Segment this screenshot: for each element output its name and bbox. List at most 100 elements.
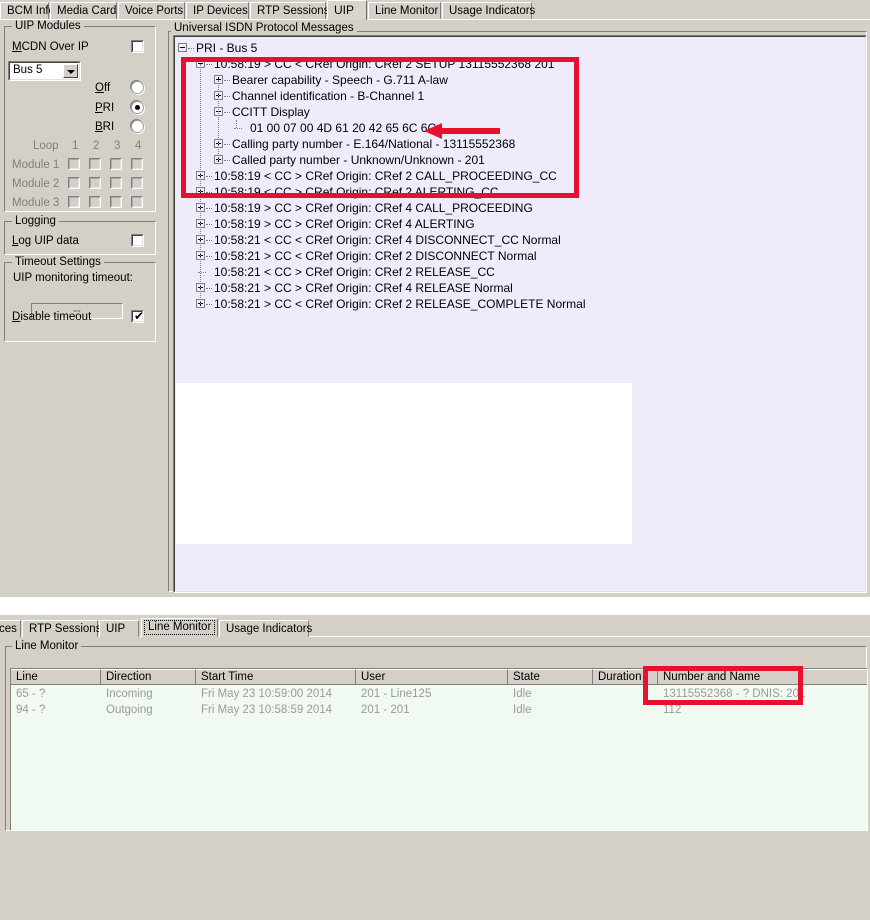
tab-rtp-sessions[interactable]: RTP Sessions (22, 620, 102, 637)
tab-usage-indicators[interactable]: Usage Indicators (442, 2, 536, 19)
uip-modules-group-title: UIP Modules (12, 20, 84, 32)
loop-column-3: 3 (114, 140, 121, 152)
chevron-down-icon[interactable] (63, 64, 78, 78)
tab-label: Voice Ports (125, 5, 184, 17)
module-1-loop-1-checkbox[interactable] (68, 158, 80, 170)
tree-row[interactable]: 10:58:21 > CC < CRef Origin: CRef 2 RELE… (214, 296, 585, 312)
tab-rtp-sessions[interactable]: RTP Sessions (250, 2, 330, 19)
module-2-loop-2-checkbox[interactable] (89, 177, 101, 189)
red-pointer-arrow (424, 123, 500, 139)
column-header-line[interactable]: Line (11, 669, 101, 684)
module-1-loop-3-checkbox[interactable] (110, 158, 122, 170)
mcdn-over-ip-checkbox[interactable] (131, 40, 144, 53)
log-uip-data-label: Log UIP data (12, 235, 79, 247)
tab-label: BCM Info (7, 5, 55, 17)
tab-label: Usage Indicators (449, 5, 536, 17)
module-2-label: Module 2 (12, 178, 60, 190)
bottom-tab-strip[interactable]: ces RTP Sessions UIP Line Monitor Usage … (0, 615, 870, 637)
tab-line-monitor[interactable]: Line Monitor (141, 618, 218, 637)
module-3-loop-1-checkbox[interactable] (68, 196, 80, 208)
column-header-direction[interactable]: Direction (101, 669, 196, 684)
tab-label: RTP Sessions (257, 5, 330, 17)
mode-bri-label: BRI (95, 121, 115, 133)
tree-connector (206, 256, 212, 258)
line-monitor-group-title: Line Monitor (12, 640, 82, 652)
column-header-state[interactable]: State (508, 669, 593, 684)
mode-pri-radio[interactable] (131, 101, 144, 114)
tab-media-card[interactable]: Media Card (50, 2, 117, 19)
tree-row[interactable]: 10:58:21 < CC > CRef Origin: CRef 2 RELE… (214, 264, 495, 280)
uip-monitoring-timeout-label: UIP monitoring timeout: (13, 272, 133, 284)
tree-connector (206, 304, 212, 306)
tab-usage-indicators[interactable]: Usage Indicators (219, 620, 313, 637)
cell-direction: Incoming (106, 688, 153, 700)
tree-connector (206, 224, 212, 226)
tab-label: RTP Sessions (29, 623, 102, 635)
tree-connector (206, 288, 212, 290)
timeout-settings-group-title: Timeout Settings (12, 256, 104, 268)
cell-state: Idle (513, 704, 532, 716)
module-3-label: Module 3 (12, 197, 60, 209)
loop-header-label: Loop (33, 140, 59, 152)
cell-line: 94 - ? (16, 704, 46, 716)
tab-bcm-info[interactable]: BCM Info (0, 2, 55, 19)
mode-bri-radio[interactable] (131, 120, 144, 133)
module-2-loop-3-checkbox[interactable] (110, 177, 122, 189)
loop-column-2: 2 (93, 140, 100, 152)
uip-messages-group-title: Universal ISDN Protocol Messages (171, 22, 357, 34)
module-1-loop-4-checkbox[interactable] (131, 158, 143, 170)
tree-collapse-icon[interactable] (178, 43, 187, 52)
cell-start-time: Fri May 23 10:59:00 2014 (201, 688, 333, 700)
tree-row[interactable]: 10:58:21 < CC < CRef Origin: CRef 4 DISC… (214, 232, 561, 248)
tab-label: Media Card (57, 5, 117, 17)
tab-ip-devices-partial[interactable]: ces (0, 620, 21, 637)
tab-uip[interactable]: UIP (99, 620, 139, 637)
column-header-user[interactable]: User (356, 669, 508, 684)
tab-voice-ports[interactable]: Voice Ports (118, 2, 185, 19)
tree-row[interactable]: 10:58:19 > CC > CRef Origin: CRef 4 CALL… (214, 200, 533, 216)
tree-connector (188, 48, 194, 50)
mcdn-over-ip-label: MCDN Over IP (12, 41, 89, 53)
log-uip-data-checkbox[interactable] (131, 234, 144, 247)
module-3-loop-3-checkbox[interactable] (110, 196, 122, 208)
uip-settings-column: UIP Modules MCDN Over IP Bus 5 Off PRI B… (0, 20, 163, 593)
tree-connector (206, 240, 212, 242)
disable-timeout-checkbox[interactable]: ✔ (131, 310, 144, 323)
tab-label: Line Monitor (375, 5, 439, 17)
tree-row[interactable]: PRI - Bus 5 (196, 40, 257, 56)
module-3-loop-4-checkbox[interactable] (131, 196, 143, 208)
cell-start-time: Fri May 23 10:58:59 2014 (201, 704, 333, 716)
disable-timeout-label: Disable timeout (12, 311, 92, 323)
module-2-loop-4-checkbox[interactable] (131, 177, 143, 189)
module-1-label: Module 1 (12, 159, 60, 171)
setup-message-highlight (181, 57, 579, 198)
tree-connector (206, 208, 212, 210)
module-3-loop-2-checkbox[interactable] (89, 196, 101, 208)
cell-direction: Outgoing (106, 704, 153, 716)
tab-label: UIP (334, 3, 355, 17)
module-1-loop-2-checkbox[interactable] (89, 158, 101, 170)
cell-user: 201 - 201 (361, 704, 410, 716)
tab-uip[interactable]: UIP (327, 0, 367, 20)
uip-window: BCM Info Media Card Voice Ports IP Devic… (0, 0, 870, 597)
top-tab-strip[interactable]: BCM Info Media Card Voice Ports IP Devic… (0, 0, 870, 20)
tree-row[interactable]: 10:58:21 > CC < CRef Origin: CRef 2 DISC… (214, 248, 537, 264)
logging-group-title: Logging (12, 215, 59, 227)
column-header-start-time[interactable]: Start Time (196, 669, 356, 684)
tab-label: IP Devices (193, 5, 248, 17)
cell-line: 65 - ? (16, 688, 46, 700)
number-and-name-highlight (643, 666, 803, 705)
tab-ip-devices[interactable]: IP Devices (186, 2, 249, 19)
blank-overlay-region (176, 383, 632, 544)
tree-row[interactable]: 10:58:21 > CC > CRef Origin: CRef 4 RELE… (214, 280, 513, 296)
module-2-loop-1-checkbox[interactable] (68, 177, 80, 189)
tab-label: Usage Indicators (226, 623, 313, 635)
loop-column-4: 4 (135, 140, 142, 152)
cell-user: 201 - Line125 (361, 688, 432, 700)
tree-row[interactable]: 10:58:19 > CC > CRef Origin: CRef 4 ALER… (214, 216, 475, 232)
mode-off-radio[interactable] (131, 81, 144, 94)
tab-label: UIP (106, 623, 126, 635)
tab-line-monitor[interactable]: Line Monitor (368, 2, 441, 19)
mode-pri-label: PRI (95, 102, 115, 114)
bus-select[interactable]: Bus 5 (8, 61, 81, 81)
